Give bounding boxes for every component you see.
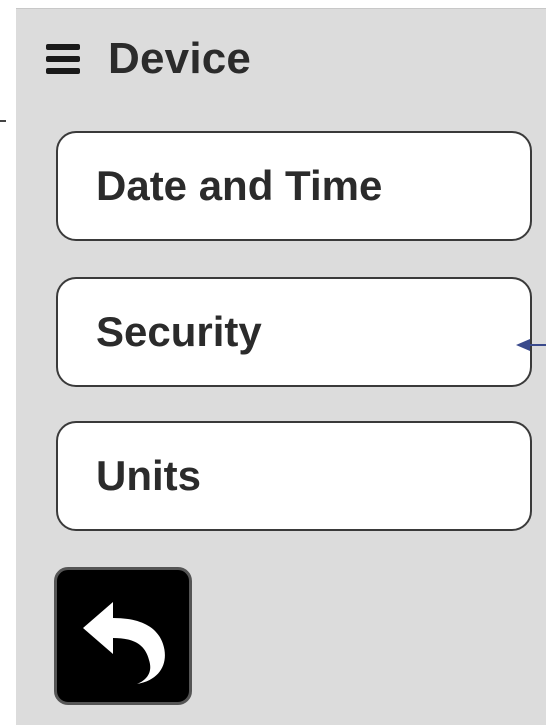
undo-arrow-icon (83, 602, 165, 684)
back-button[interactable] (54, 567, 192, 705)
header: Device (46, 31, 251, 87)
device-settings-panel: Device Date and Time Security Units (16, 8, 546, 725)
units-button[interactable]: Units (56, 421, 532, 531)
date-and-time-button[interactable]: Date and Time (56, 131, 532, 241)
hamburger-menu-icon[interactable] (46, 44, 80, 74)
security-button[interactable]: Security (56, 277, 532, 387)
page-title: Device (108, 34, 252, 83)
screen: Device Date and Time Security Units (0, 0, 546, 725)
annotation-tick (0, 120, 6, 122)
annotation-pointer-arrow (516, 339, 546, 351)
